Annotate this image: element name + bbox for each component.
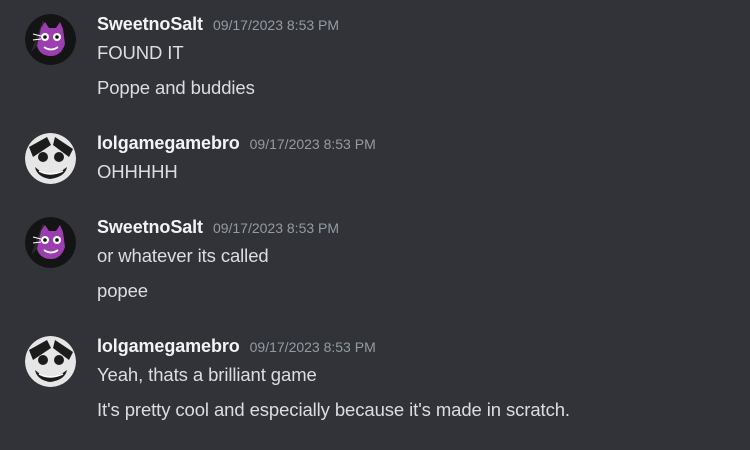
grayscale-face-avatar-icon[interactable] [25, 336, 76, 387]
message-text: or whatever its called [97, 245, 269, 266]
timestamp[interactable]: 09/17/2023 8:53 PM [213, 17, 339, 33]
message-text: It's pretty cool and especially because … [97, 399, 570, 420]
message-text: OHHHHH [97, 161, 178, 182]
message-text: FOUND IT [97, 42, 184, 63]
grayscale-face-avatar-icon[interactable] [25, 133, 76, 184]
message-header: lolgamegamebro 09/17/2023 8:53 PM [97, 336, 376, 358]
purple-cat-avatar-icon[interactable] [25, 14, 76, 65]
timestamp[interactable]: 09/17/2023 8:53 PM [250, 136, 376, 152]
timestamp[interactable]: 09/17/2023 8:53 PM [213, 220, 339, 236]
message-text: popee [97, 280, 148, 301]
username[interactable]: SweetnoSalt [97, 14, 203, 35]
username[interactable]: SweetnoSalt [97, 217, 203, 238]
message-header: SweetnoSalt 09/17/2023 8:53 PM [97, 14, 339, 36]
timestamp[interactable]: 09/17/2023 8:53 PM [250, 339, 376, 355]
username[interactable]: lolgamegamebro [97, 336, 240, 357]
message-text: Poppe and buddies [97, 77, 255, 98]
purple-cat-avatar-icon[interactable] [25, 217, 76, 268]
message-text: Yeah, thats a brilliant game [97, 364, 317, 385]
message-header: lolgamegamebro 09/17/2023 8:53 PM [97, 133, 376, 155]
message-header: SweetnoSalt 09/17/2023 8:53 PM [97, 217, 339, 239]
username[interactable]: lolgamegamebro [97, 133, 240, 154]
